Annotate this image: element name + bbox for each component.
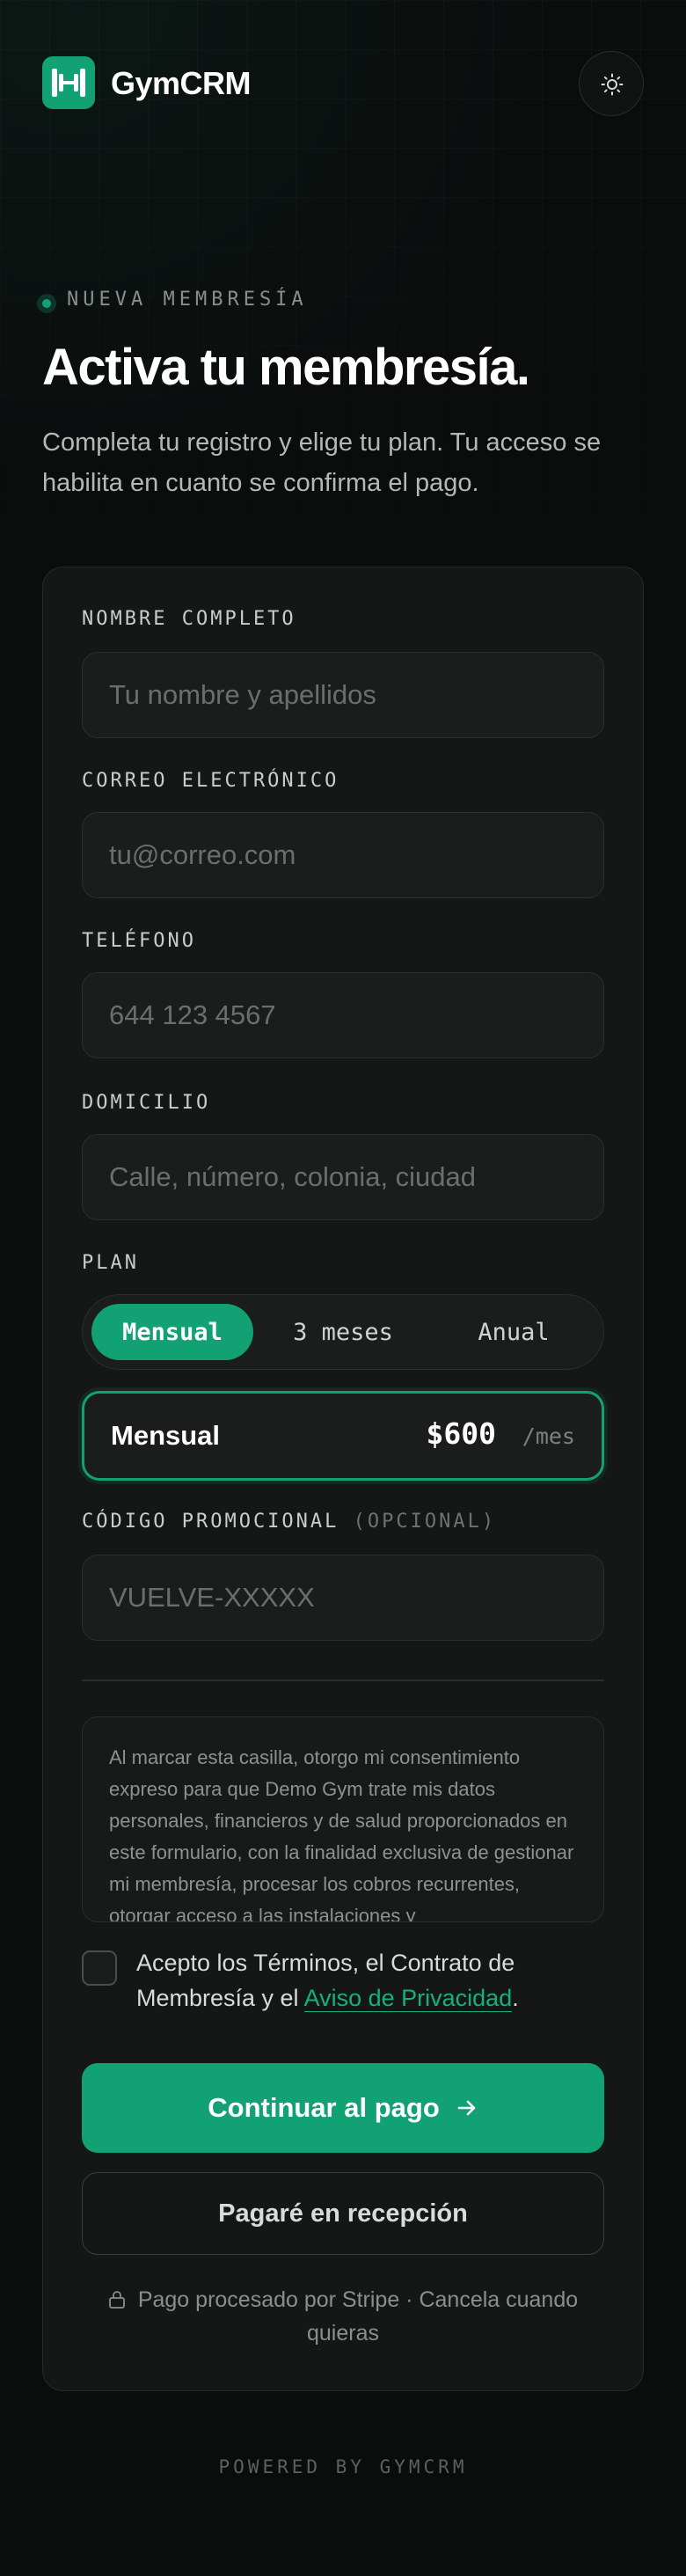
- lock-icon: [108, 2291, 125, 2309]
- status-dot-icon: [37, 294, 56, 313]
- promo-optional-text: (OPCIONAL): [353, 1511, 497, 1533]
- signup-form-card: NOMBRE COMPLETO CORREO ELECTRÓNICO TELÉF…: [42, 567, 644, 2391]
- page-title: Activa tu membresía.: [42, 339, 530, 396]
- plan-summary-period: /mes: [522, 1423, 575, 1449]
- accept-terms-label: Acepto los Términos, el Contrato de Memb…: [136, 1945, 611, 2016]
- plan-option-mensual[interactable]: Mensual: [91, 1304, 253, 1360]
- app-header: GymCRM: [42, 51, 644, 118]
- powered-by-footer: POWERED BY GYMCRM: [218, 2456, 468, 2477]
- phone-input[interactable]: [82, 972, 604, 1058]
- brand-name: GymCRM: [111, 65, 252, 101]
- plan-option-anual[interactable]: Anual: [433, 1304, 595, 1360]
- secure-payment-text: Pago procesado por Stripe · Cancela cuan…: [137, 2287, 579, 2345]
- dumbbell-icon: [42, 56, 95, 109]
- page-subtitle: Completa tu registro y elige tu plan. Tu…: [42, 428, 602, 497]
- privacy-notice-link[interactable]: Aviso de Privacidad: [303, 1985, 513, 2012]
- name-label: NOMBRE COMPLETO: [82, 608, 296, 630]
- continue-to-payment-button[interactable]: Continuar al pago: [82, 2063, 604, 2153]
- eyebrow-text: NUEVA MEMBRESÍA: [67, 289, 308, 311]
- promo-code-input[interactable]: [82, 1555, 604, 1641]
- consent-text: Al marcar esta casilla, otorgo mi consen…: [109, 1746, 574, 1922]
- promo-label-text: CÓDIGO PROMOCIONAL: [82, 1511, 339, 1533]
- accept-terms-end: .: [512, 1985, 519, 2011]
- phone-label: TELÉFONO: [82, 930, 196, 952]
- email-label: CORREO ELECTRÓNICO: [82, 770, 339, 792]
- email-input[interactable]: [82, 812, 604, 898]
- secure-payment-note: Pago procesado por Stripe · Cancela cuan…: [82, 2283, 604, 2350]
- consent-text-box[interactable]: Al marcar esta casilla, otorgo mi consen…: [82, 1716, 604, 1922]
- full-name-input[interactable]: [82, 652, 604, 738]
- sun-icon: [601, 73, 624, 96]
- selected-plan-summary: Mensual $600 /mes: [82, 1391, 604, 1481]
- pay-at-reception-button[interactable]: Pagaré en recepción: [82, 2172, 604, 2255]
- plan-label: PLAN: [82, 1252, 139, 1274]
- promo-label: CÓDIGO PROMOCIONAL (OPCIONAL): [82, 1511, 496, 1533]
- accept-terms-checkbox[interactable]: [82, 1950, 117, 1986]
- plan-option-3-meses[interactable]: 3 meses: [262, 1304, 424, 1360]
- theme-toggle-button[interactable]: [579, 51, 644, 116]
- arrow-right-icon: [457, 2100, 476, 2116]
- continue-to-payment-label: Continuar al pago: [208, 2092, 440, 2123]
- plan-selector: Mensual 3 meses Anual: [82, 1294, 604, 1370]
- plan-summary-name: Mensual: [111, 1420, 221, 1451]
- divider: [82, 1680, 604, 1681]
- address-label: DOMICILIO: [82, 1092, 211, 1114]
- address-input[interactable]: [82, 1134, 604, 1220]
- plan-summary-price: $600: [426, 1416, 496, 1451]
